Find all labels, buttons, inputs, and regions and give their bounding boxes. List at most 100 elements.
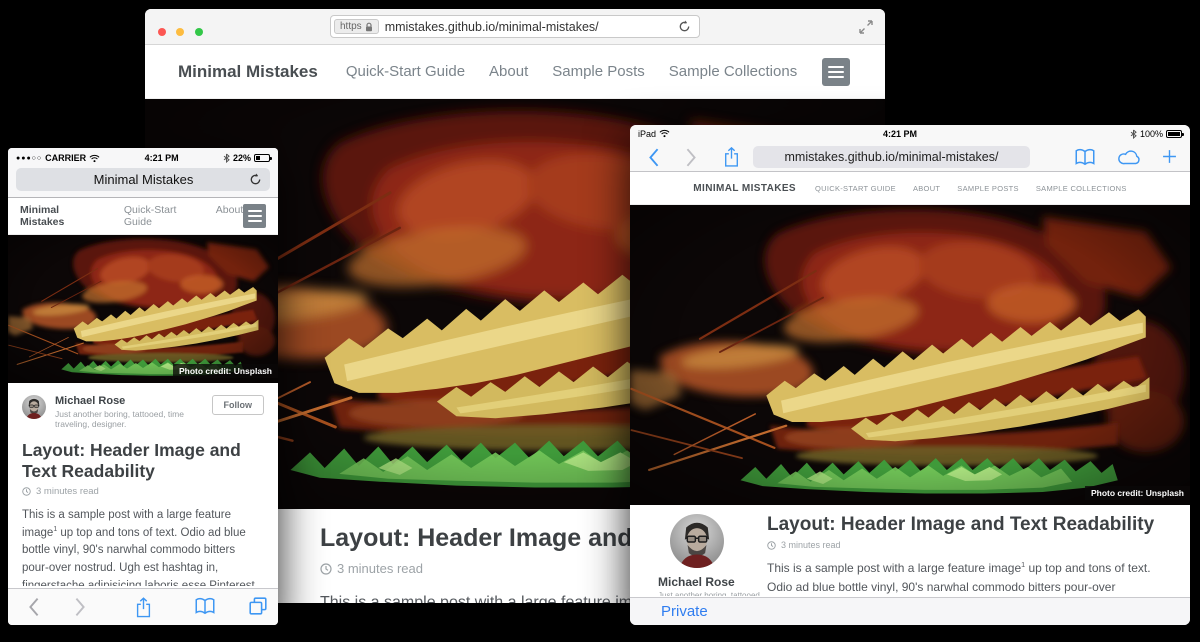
ipad-status-bar: iPad 4:21 PM 100%: [630, 125, 1190, 142]
window-controls[interactable]: [158, 23, 209, 41]
battery-percent: 100%: [1140, 129, 1163, 139]
iphone-status-bar: ●●●○○ CARRIER 4:21 PM 22%: [8, 148, 278, 168]
nav-link-about[interactable]: ABOUT: [913, 184, 940, 193]
wifi-icon: [659, 129, 670, 138]
author-sidebar: Michael Rose Just another boring, tattoo…: [656, 514, 765, 596]
feature-image-leaves: Photo credit: Unsplash: [8, 235, 278, 383]
clock-icon: [22, 487, 31, 496]
bookmarks-icon[interactable]: [1075, 148, 1095, 166]
address-bar[interactable]: https mmistakes.github.io/minimal-mistak…: [330, 15, 700, 38]
bluetooth-icon: [223, 153, 230, 163]
wifi-icon: [89, 154, 100, 163]
site-brand-link[interactable]: Minimal Mistakes: [178, 62, 318, 82]
minimize-window-button[interactable]: [176, 28, 184, 36]
nav-links: QUICK-START GUIDE ABOUT SAMPLE POSTS SAM…: [815, 184, 1127, 193]
refresh-icon[interactable]: [678, 20, 691, 33]
safari-toolbar: mmistakes.github.io/minimal-mistakes/: [630, 142, 1190, 172]
read-time: 3 minutes read: [22, 486, 264, 497]
nav-link-sample-collections[interactable]: SAMPLE COLLECTIONS: [1036, 184, 1127, 193]
avatar: [670, 514, 724, 568]
share-icon[interactable]: [724, 147, 739, 167]
site-navbar: Minimal Mistakes Quick-Start Guide About…: [145, 45, 885, 99]
address-bar[interactable]: mmistakes.github.io/minimal-mistakes/: [753, 146, 1030, 168]
bookmarks-icon[interactable]: [195, 597, 215, 615]
author-info: Michael Rose Just another boring, tattoo…: [55, 395, 212, 429]
zoom-window-button[interactable]: [195, 28, 203, 36]
signal-strength-dots: ●●●○○: [16, 155, 42, 162]
fullscreen-icon[interactable]: [859, 20, 873, 34]
status-time: 4:21 PM: [100, 153, 223, 163]
feature-image-leaves: Photo credit: Unsplash: [630, 205, 1190, 505]
post-title: Layout: Header Image and Text Readabilit…: [22, 440, 260, 481]
back-icon[interactable]: [648, 148, 660, 167]
private-browsing-bar: Private: [630, 597, 1190, 625]
status-time: 4:21 PM: [670, 129, 1130, 139]
read-time-label: 3 minutes read: [36, 486, 99, 497]
read-time-label: 3 minutes read: [781, 540, 841, 550]
nav-link-about[interactable]: About: [216, 204, 243, 228]
post-content: Michael Rose Just another boring, tattoo…: [630, 505, 1190, 596]
paragraph-text: up top and tons of text. Odio ad blue bo…: [22, 527, 262, 586]
forward-icon[interactable]: [74, 597, 86, 617]
author-name: Michael Rose: [658, 575, 765, 589]
share-icon[interactable]: [136, 597, 151, 618]
nav-link-about[interactable]: About: [489, 63, 528, 80]
ipad-frame: iPad 4:21 PM 100% mmistakes.github.io/mi…: [630, 125, 1190, 625]
battery-icon: [1166, 130, 1182, 138]
nav-link-quick-start-guide[interactable]: QUICK-START GUIDE: [815, 184, 896, 193]
icloud-icon[interactable]: [1118, 150, 1142, 165]
close-window-button[interactable]: [158, 28, 166, 36]
https-badge: https: [334, 19, 379, 34]
photo-credit: Photo credit: Unsplash: [1085, 486, 1190, 500]
post-title: Layout: Header Image and Text Readabilit…: [767, 514, 1160, 536]
page-title: Minimal Mistakes: [24, 172, 249, 187]
private-button[interactable]: Private: [661, 603, 708, 620]
nav-links: Quick-Start Guide About Sample Posts Sam…: [346, 63, 797, 80]
post-body: Layout: Header Image and Text Readabilit…: [765, 514, 1160, 596]
clock-icon: [767, 541, 776, 550]
battery-icon: [254, 154, 270, 162]
hamburger-menu-button[interactable]: [243, 204, 266, 228]
address-bar[interactable]: Minimal Mistakes: [16, 168, 270, 191]
follow-button[interactable]: Follow: [212, 395, 265, 415]
author-name: Michael Rose: [55, 395, 212, 407]
author-bio: Just another boring, tattooed, time trav…: [55, 409, 212, 429]
url-text: mmistakes.github.io/minimal-mistakes/: [385, 20, 678, 34]
post-content: Michael Rose Just another boring, tattoo…: [8, 383, 278, 586]
nav-link-quick-start-guide[interactable]: Quick-Start Guide: [346, 63, 465, 80]
hamburger-menu-button[interactable]: [822, 58, 850, 86]
nav-link-sample-collections[interactable]: Sample Collections: [669, 63, 797, 80]
clock-icon: [320, 563, 332, 575]
refresh-icon[interactable]: [249, 173, 262, 186]
device-label: iPad: [638, 129, 656, 139]
post-paragraph: This is a sample post with a large featu…: [767, 559, 1160, 596]
post-paragraph: This is a sample post with a large featu…: [22, 507, 264, 586]
iphone-url-row: Minimal Mistakes: [8, 168, 278, 198]
avatar: [22, 395, 46, 419]
site-navbar: Minimal Mistakes Quick-Start Guide About: [8, 198, 278, 235]
carrier-label: CARRIER: [45, 153, 86, 163]
author-row: Michael Rose Just another boring, tattoo…: [22, 395, 264, 429]
https-label: https: [340, 21, 362, 32]
site-brand-link[interactable]: Minimal Mistakes: [20, 204, 102, 228]
paragraph-text: This is a sample post with a large featu…: [320, 594, 659, 603]
read-time: 3 minutes read: [767, 540, 1160, 550]
photo-credit: Photo credit: Unsplash: [173, 364, 278, 378]
author-bio: Just another boring, tattooed, time trav…: [658, 591, 768, 596]
lock-icon: [365, 22, 373, 32]
bluetooth-icon: [1130, 129, 1137, 139]
back-icon[interactable]: [28, 597, 40, 617]
site-navbar: MINIMAL MISTAKES QUICK-START GUIDE ABOUT…: [630, 172, 1190, 205]
browser-chrome: https mmistakes.github.io/minimal-mistak…: [145, 9, 885, 45]
forward-icon[interactable]: [685, 148, 697, 167]
nav-link-sample-posts[interactable]: SAMPLE POSTS: [957, 184, 1019, 193]
site-brand-link[interactable]: MINIMAL MISTAKES: [693, 183, 796, 194]
nav-link-quick-start-guide[interactable]: Quick-Start Guide: [124, 204, 201, 228]
new-tab-icon[interactable]: [1162, 149, 1177, 164]
nav-link-sample-posts[interactable]: Sample Posts: [552, 63, 645, 80]
tabs-icon[interactable]: [249, 597, 267, 615]
safari-bottom-toolbar: [8, 588, 278, 625]
nav-links: Quick-Start Guide About: [124, 204, 243, 228]
battery-percent: 22%: [233, 153, 251, 163]
iphone-frame: ●●●○○ CARRIER 4:21 PM 22% Minimal Mistak…: [8, 148, 278, 625]
